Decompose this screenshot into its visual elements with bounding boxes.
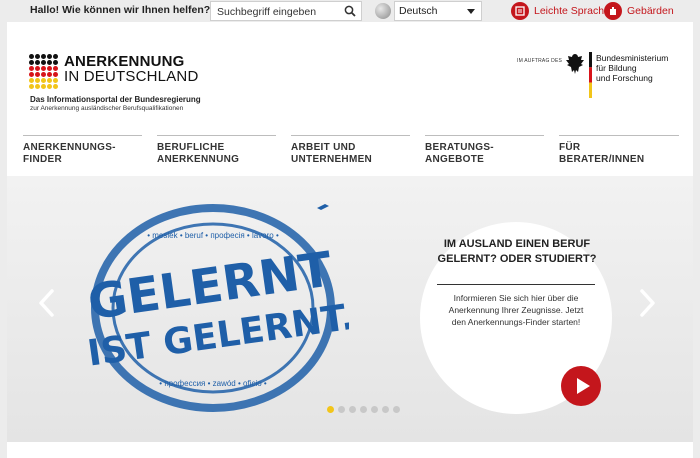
ministry-name[interactable]: Bundesministerium für Bildung und Forsch… xyxy=(596,53,676,83)
sign-language-icon[interactable] xyxy=(604,2,622,20)
logo-subtitle-small: zur Anerkennung ausländischer Berufsqual… xyxy=(30,105,184,112)
logo-dots-icon[interactable] xyxy=(29,54,58,89)
teaser-title: IM AUSLAND EINEN BERUF GELERNT? ODER STU… xyxy=(429,237,605,267)
federal-eagle-icon xyxy=(566,54,584,74)
nav-item-anerkennungs-finder[interactable]: ANERKENNUNGS- FINDER xyxy=(23,135,142,175)
teaser-title-line1: IM AUSLAND EINEN BERUF xyxy=(443,238,591,250)
play-icon[interactable] xyxy=(561,366,601,406)
language-select[interactable]: Deutsch xyxy=(394,1,482,21)
ministry-name-line3: und Forschung xyxy=(596,73,653,83)
slider-dot[interactable] xyxy=(371,406,378,413)
teaser-divider xyxy=(437,284,595,285)
slider-dot[interactable] xyxy=(393,406,400,413)
teaser-text: Informieren Sie sich hier über die Anerk… xyxy=(430,292,602,328)
nav-label-line2: ANGEBOTE xyxy=(425,154,485,165)
teaser-text-line3: den Anerkennungs-Finder starten! xyxy=(451,317,581,327)
globe-icon xyxy=(375,3,391,19)
slider-dot[interactable] xyxy=(338,406,345,413)
stamp-ring-text-top: • meslek • beruf • професія • lavoro • xyxy=(147,231,279,240)
chevron-left-icon[interactable] xyxy=(37,288,57,318)
caret-down-icon xyxy=(467,9,475,14)
hero-slider: • meslek • beruf • професія • lavoro • •… xyxy=(7,176,693,442)
nav-label-line1: BERATUNGS- xyxy=(425,142,494,153)
ministry-name-line2: für Bildung xyxy=(596,63,637,73)
chevron-right-icon[interactable] xyxy=(637,288,657,318)
site-header: ANERKENNUNG IN DEUTSCHLAND Das Informati… xyxy=(0,22,700,176)
gelernt-stamp-graphic: • meslek • beruf • професія • lavoro • •… xyxy=(85,202,349,412)
language-selected: Deutsch xyxy=(399,5,438,17)
nav-label-line1: ANERKENNUNGS- xyxy=(23,142,116,153)
teaser-text-line1: Informieren Sie sich hier über die xyxy=(453,293,579,303)
teaser-text-line2: Anerkennung Ihrer Zeugnisse. Jetzt xyxy=(448,305,584,315)
logo-title-line2[interactable]: IN DEUTSCHLAND xyxy=(64,68,198,85)
teaser-title-line2: GELERNT? ODER STUDIERT? xyxy=(437,253,597,265)
nav-label-line1: ARBEIT UND xyxy=(291,142,356,153)
slider-dot[interactable] xyxy=(349,406,356,413)
search-input[interactable] xyxy=(211,3,339,21)
nav-item-berufliche-anerkennung[interactable]: BERUFLICHE ANERKENNUNG xyxy=(157,135,276,175)
slider-dot[interactable] xyxy=(360,406,367,413)
nav-label-line2: BERATER/INNEN xyxy=(559,154,645,165)
german-flag-stripe xyxy=(589,52,592,98)
nav-label-line2: ANERKENNUNG xyxy=(157,154,240,165)
ministry-on-behalf: IM AUFTRAG DES xyxy=(517,58,563,64)
nav-label-line2: UNTERNEHMEN xyxy=(291,154,373,165)
easy-language-icon[interactable] xyxy=(511,2,529,20)
nav-item-beratungsangebote[interactable]: BERATUNGS- ANGEBOTE xyxy=(425,135,544,175)
nav-label-line1: BERUFLICHE xyxy=(157,142,225,153)
nav-item-fuer-berater-innen[interactable]: FÜR BERATER/INNEN xyxy=(559,135,679,175)
search-box[interactable] xyxy=(210,1,362,21)
slider-dot[interactable] xyxy=(327,406,334,413)
greeting-text: Hallo! Wie können wir Ihnen helfen? xyxy=(30,4,211,16)
logo-subtitle: Das Informationsportal der Bundesregieru… xyxy=(30,95,201,104)
ministry-name-line1: Bundesministerium xyxy=(596,53,669,63)
slider-pagination xyxy=(327,406,400,413)
top-utility-bar: Hallo! Wie können wir Ihnen helfen? Deut… xyxy=(0,0,700,22)
nav-item-arbeit-und-unternehmen[interactable]: ARBEIT UND UNTERNEHMEN xyxy=(291,135,410,175)
easy-language-link[interactable]: Leichte Sprache xyxy=(534,5,610,17)
content-area-start xyxy=(7,442,693,458)
nav-label-line1: FÜR xyxy=(559,142,581,153)
sign-language-link[interactable]: Gebärden xyxy=(627,5,674,17)
nav-label-line2: FINDER xyxy=(23,154,63,165)
slider-dot[interactable] xyxy=(382,406,389,413)
search-icon[interactable] xyxy=(344,5,356,17)
stamp-ring-text-bottom: • профессия • zawód • oficio • xyxy=(159,379,267,388)
